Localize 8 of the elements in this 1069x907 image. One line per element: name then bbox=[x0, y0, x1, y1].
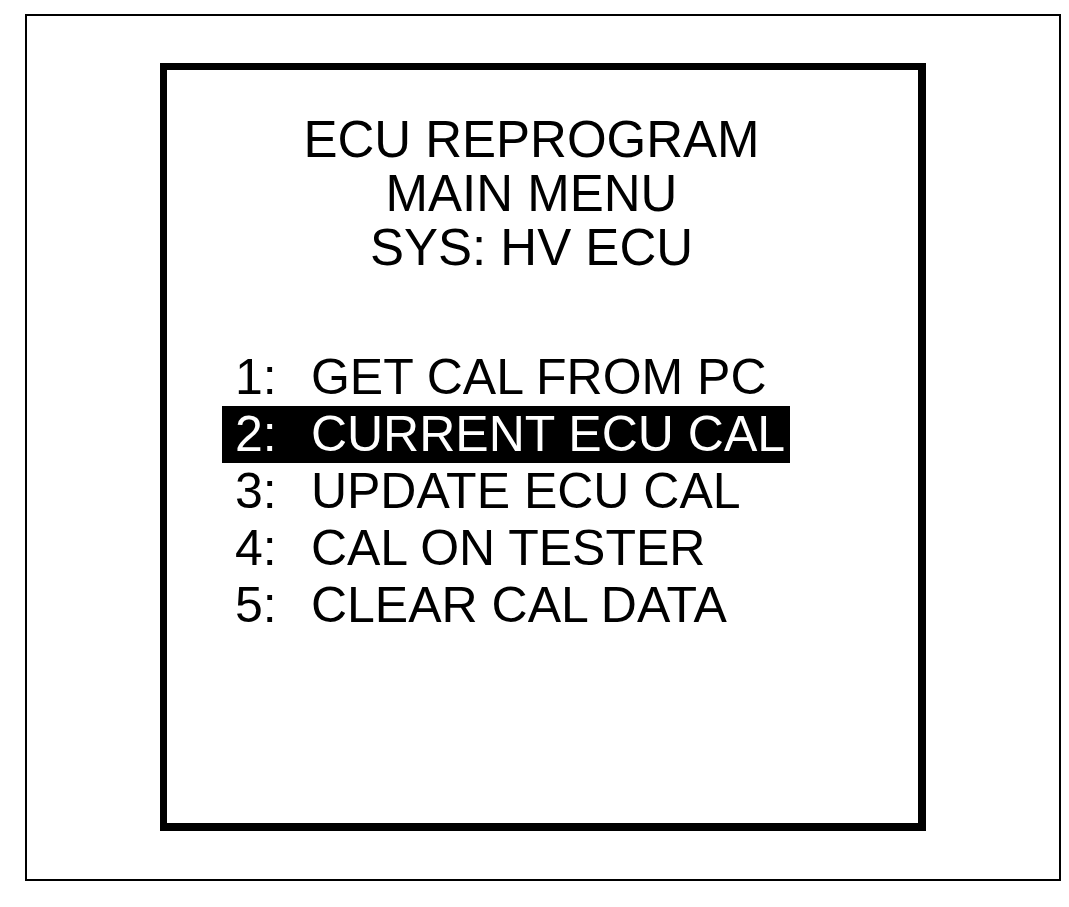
screen-title: SYS: HV ECU bbox=[368, 221, 695, 275]
menu-item[interactable]: 3: UPDATE ECU CAL bbox=[222, 463, 746, 520]
menu-item[interactable]: 4: CAL ON TESTER bbox=[222, 520, 711, 577]
screen-title: ECU REPROGRAM bbox=[302, 113, 761, 167]
menu-item[interactable]: 5: CLEAR CAL DATA bbox=[222, 577, 732, 634]
screen-title: MAIN MENU bbox=[384, 167, 679, 221]
menu-item[interactable]: 2: CURRENT ECU CAL bbox=[222, 406, 791, 463]
menu-item[interactable]: 1: GET CAL FROM PC bbox=[222, 349, 772, 406]
